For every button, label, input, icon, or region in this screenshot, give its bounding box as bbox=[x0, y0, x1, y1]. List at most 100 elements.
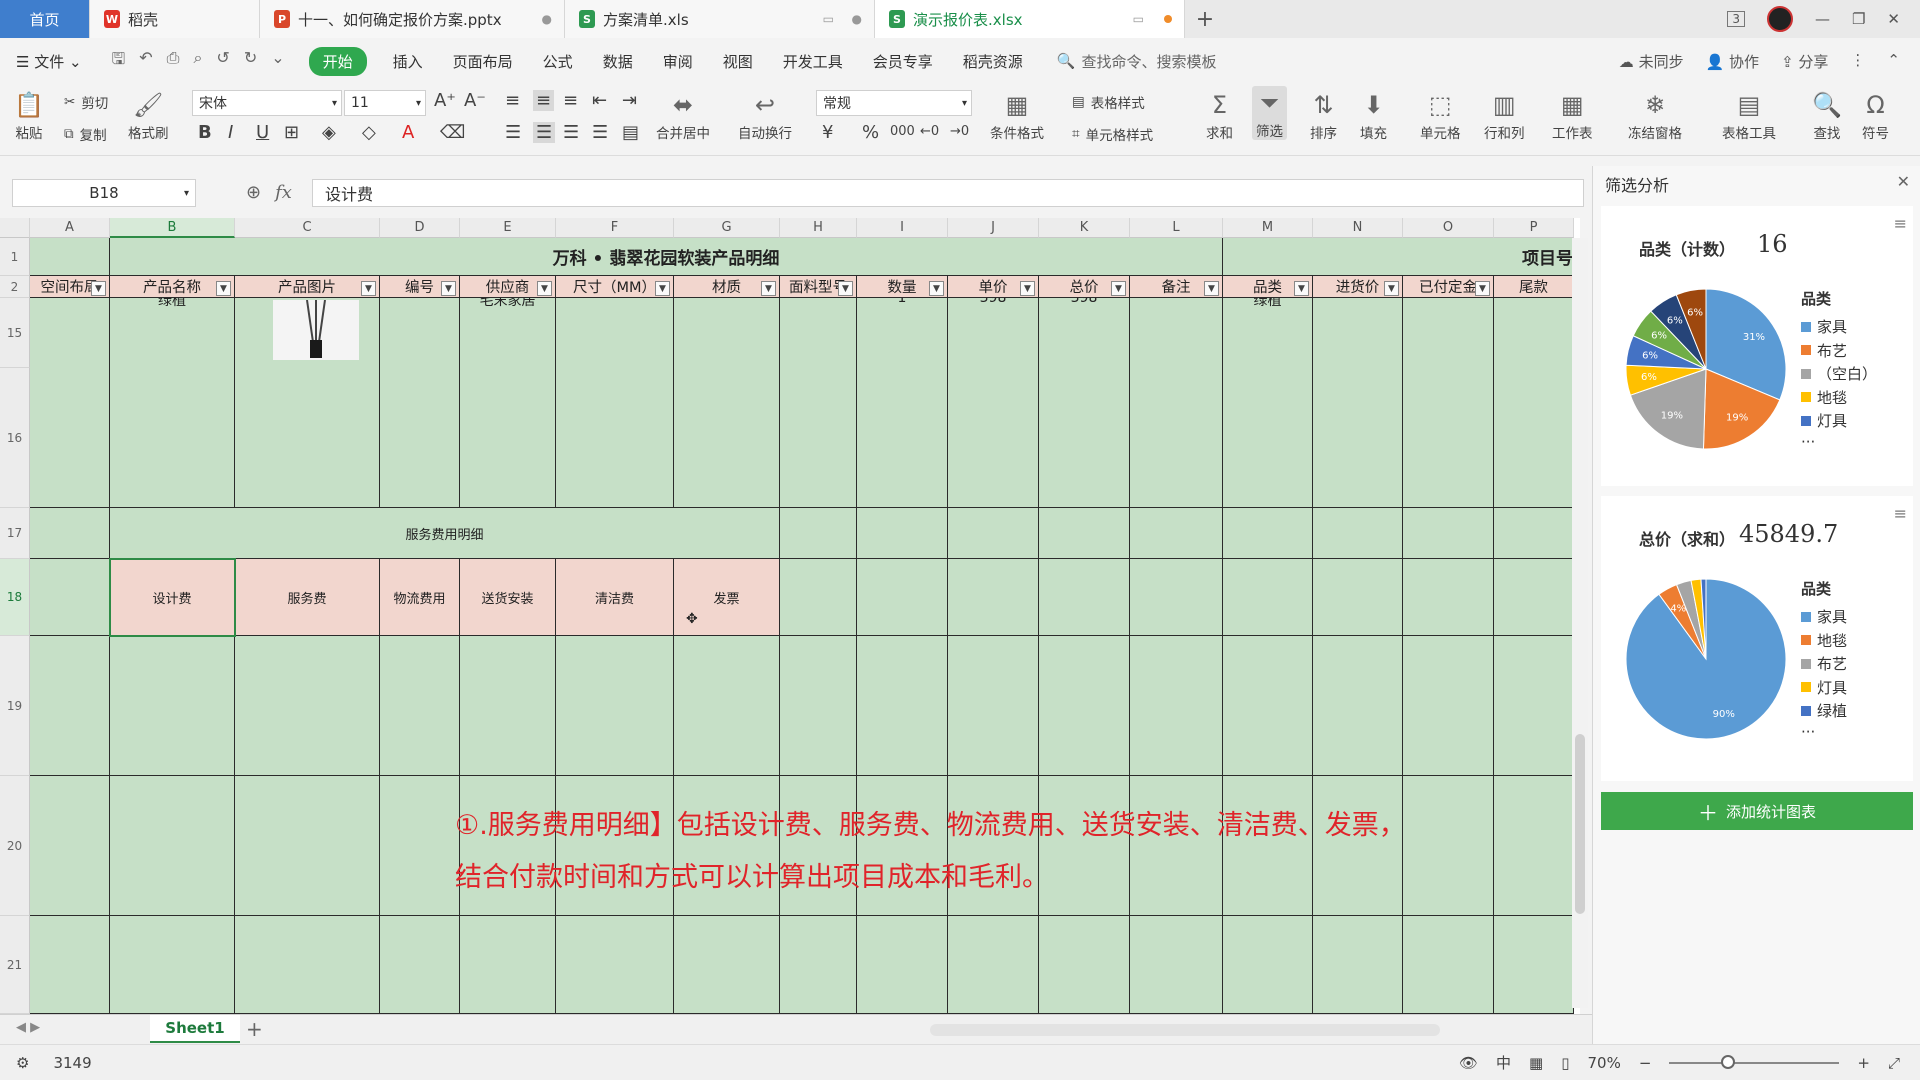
table-header-cell[interactable]: 材质 ▼ bbox=[674, 276, 780, 298]
cell[interactable] bbox=[948, 508, 1039, 559]
cell[interactable] bbox=[30, 916, 110, 1014]
cell[interactable] bbox=[1130, 508, 1223, 559]
font-name-select[interactable]: 宋体 ▾ bbox=[192, 90, 342, 116]
cell[interactable] bbox=[1223, 636, 1313, 776]
table-header-cell[interactable]: 单价 ▼ bbox=[948, 276, 1039, 298]
table-header-cell[interactable]: 已付定金 ▼ bbox=[1403, 276, 1494, 298]
worksheet-button[interactable]: ▦ 工作表 bbox=[1552, 88, 1593, 142]
tab-pptx[interactable]: P 十一、如何确定报价方案.pptx ● bbox=[260, 0, 565, 38]
cell[interactable] bbox=[380, 636, 460, 776]
macro-icon[interactable]: ⚙ bbox=[16, 1054, 29, 1072]
row-header-21[interactable]: 21 bbox=[0, 916, 30, 1014]
cell[interactable] bbox=[780, 636, 857, 776]
legend-item[interactable]: 地毯 bbox=[1801, 386, 1877, 410]
column-header-O[interactable]: O bbox=[1403, 218, 1494, 238]
table-header-cell[interactable]: 供应商 ▼ bbox=[460, 276, 556, 298]
menu-formula[interactable]: 公式 bbox=[543, 51, 573, 72]
eye-protect-icon[interactable]: 👁 bbox=[1459, 1054, 1478, 1072]
sort-button[interactable]: ⇅ 排序 bbox=[1310, 88, 1337, 142]
number-format-select[interactable]: 常规 ▾ bbox=[816, 90, 972, 116]
cell[interactable] bbox=[30, 368, 110, 508]
legend-item[interactable]: 绿植 bbox=[1801, 699, 1847, 723]
sheet-nav-icons[interactable]: ◀ ▶ bbox=[16, 1020, 40, 1035]
table-header-cell[interactable]: 总价 ▼ bbox=[1039, 276, 1130, 298]
close-icon[interactable]: ✕ bbox=[1897, 172, 1910, 191]
legend-item[interactable]: 布艺 bbox=[1801, 652, 1847, 676]
align-bottom-icon[interactable]: ≡ bbox=[563, 90, 578, 111]
preview-icon[interactable]: ⌕ bbox=[193, 48, 202, 75]
column-header-J[interactable]: J bbox=[948, 218, 1039, 238]
zoom-icon[interactable]: ⊕ bbox=[246, 182, 261, 203]
thousands-icon[interactable]: 000 bbox=[890, 124, 915, 139]
table-header-cell[interactable]: 品类 ▼ bbox=[1223, 276, 1313, 298]
currency-icon[interactable]: ¥ bbox=[822, 122, 833, 143]
filter-dropdown-icon[interactable]: ▼ bbox=[838, 281, 853, 296]
symbol-button[interactable]: Ω 符号 bbox=[1862, 88, 1889, 142]
cell[interactable] bbox=[556, 636, 674, 776]
menu-review[interactable]: 审阅 bbox=[663, 51, 693, 72]
print-icon[interactable]: ⎙ bbox=[167, 48, 180, 75]
maximize-icon[interactable]: ❐ bbox=[1852, 10, 1865, 28]
cell[interactable] bbox=[1130, 368, 1223, 508]
legend-item[interactable]: 家具 bbox=[1801, 605, 1847, 629]
cell[interactable] bbox=[1313, 368, 1403, 508]
indent-increase-icon[interactable]: ⇥ bbox=[622, 90, 637, 111]
wrap-text-button[interactable]: ↩ 自动换行 bbox=[738, 88, 792, 142]
cell[interactable] bbox=[948, 559, 1039, 636]
table-header-cell[interactable]: 产品名称 ▼ bbox=[110, 276, 235, 298]
cell[interactable] bbox=[674, 636, 780, 776]
project-number-header[interactable]: 项目号 bbox=[1223, 238, 1574, 276]
undo-icon[interactable]: ↺ bbox=[216, 48, 229, 75]
fill-button[interactable]: ⬇ 填充 bbox=[1360, 88, 1387, 142]
zoom-out-icon[interactable]: − bbox=[1639, 1054, 1652, 1072]
vertical-scrollbar[interactable] bbox=[1572, 238, 1588, 1008]
column-header-K[interactable]: K bbox=[1039, 218, 1130, 238]
row-header-2[interactable]: 2 bbox=[0, 276, 30, 298]
border-icon[interactable]: ⊞ bbox=[284, 122, 299, 143]
sum-button[interactable]: Σ 求和 bbox=[1206, 88, 1233, 142]
freeze-button[interactable]: ❄ 冻结窗格 bbox=[1628, 88, 1682, 142]
font-shrink-icon[interactable]: A⁻ bbox=[464, 90, 486, 111]
tab-daoke[interactable]: W 稻壳 bbox=[90, 0, 260, 38]
cell[interactable] bbox=[1403, 508, 1494, 559]
cell[interactable] bbox=[1313, 916, 1403, 1014]
cell[interactable] bbox=[1039, 508, 1130, 559]
formula-input[interactable]: 设计费 bbox=[312, 179, 1584, 207]
fx-icon[interactable]: fx bbox=[275, 182, 292, 203]
column-header-I[interactable]: I bbox=[857, 218, 948, 238]
bold-icon[interactable]: B bbox=[198, 122, 212, 143]
row-header-1[interactable]: 1 bbox=[0, 238, 30, 276]
cell[interactable] bbox=[1494, 508, 1574, 559]
cell[interactable] bbox=[1494, 916, 1574, 1014]
cell[interactable] bbox=[110, 368, 235, 508]
find-button[interactable]: 🔍 查找 bbox=[1812, 88, 1842, 142]
product-image[interactable] bbox=[273, 299, 359, 360]
minimize-icon[interactable]: — bbox=[1815, 10, 1830, 28]
cell[interactable] bbox=[1039, 368, 1130, 508]
pie-chart-sum[interactable]: 90% 4% bbox=[1621, 574, 1791, 744]
cell[interactable] bbox=[30, 559, 110, 636]
cell[interactable] bbox=[948, 916, 1039, 1014]
merge-center-button[interactable]: ⬌ 合并居中 bbox=[656, 88, 710, 142]
indent-decrease-icon[interactable]: ⇤ bbox=[592, 90, 607, 111]
cell[interactable] bbox=[1223, 559, 1313, 636]
avatar[interactable] bbox=[1766, 6, 1793, 32]
filter-dropdown-icon[interactable]: ▼ bbox=[216, 281, 231, 296]
cond-format-button[interactable]: ▦ 条件格式 bbox=[990, 88, 1044, 142]
legend-more[interactable]: ··· bbox=[1801, 433, 1877, 451]
cell[interactable] bbox=[1403, 368, 1494, 508]
cell[interactable] bbox=[1494, 368, 1574, 508]
zoom-level[interactable]: 70% bbox=[1587, 1054, 1620, 1072]
name-box[interactable]: B18 ▾ bbox=[12, 179, 196, 207]
tab-count-badge[interactable]: 3 bbox=[1727, 11, 1745, 27]
row-header-16[interactable]: 16 bbox=[0, 368, 30, 508]
paste-button[interactable]: 📋 粘贴 bbox=[14, 88, 44, 142]
align-top-icon[interactable]: ≡ bbox=[505, 90, 520, 111]
cell[interactable] bbox=[857, 916, 948, 1014]
column-header-C[interactable]: C bbox=[235, 218, 380, 238]
rowcol-button[interactable]: ▥ 行和列 bbox=[1484, 88, 1525, 142]
filter-dropdown-icon[interactable]: ▼ bbox=[1294, 281, 1309, 296]
cell[interactable] bbox=[780, 508, 857, 559]
menu-view[interactable]: 视图 bbox=[723, 51, 753, 72]
row-header-19[interactable]: 19 bbox=[0, 636, 30, 776]
